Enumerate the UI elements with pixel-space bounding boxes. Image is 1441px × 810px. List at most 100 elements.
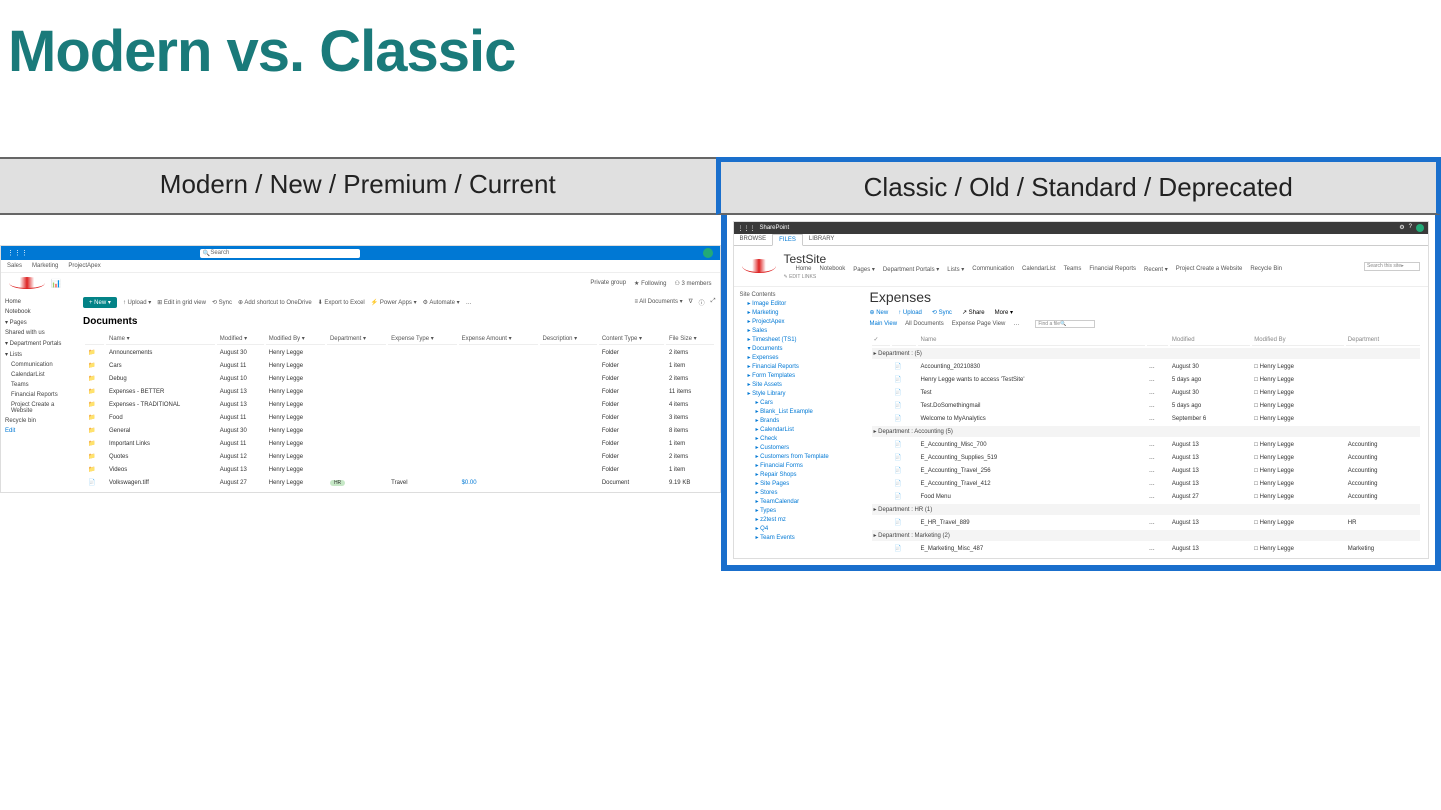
share-button[interactable]: ↗ Share	[962, 309, 985, 316]
ribbon-tab-browse[interactable]: BROWSE	[734, 234, 773, 245]
waffle-icon[interactable]: ⋮⋮⋮	[7, 249, 28, 257]
column-header[interactable]: Expense Amount ▾	[459, 333, 538, 345]
shortcut-button[interactable]: ⊕ Add shortcut to OneDrive	[238, 299, 312, 306]
topnav-item[interactable]: Notebook	[820, 266, 846, 273]
sync-button[interactable]: ⟲ Sync	[212, 299, 232, 306]
view-switcher[interactable]: ≡ All Documents ▾	[634, 298, 682, 307]
nav-item[interactable]: ▸ Check	[740, 434, 858, 443]
edit-links[interactable]: ✎ EDIT LINKS	[784, 274, 1283, 280]
table-row[interactable]: 📄Volkswagen.tiffAugust 27Henry LeggeHRTr…	[85, 477, 714, 488]
column-header[interactable]: Department ▾	[327, 333, 386, 345]
nav-item[interactable]: Shared with us	[5, 328, 75, 338]
table-row[interactable]: 📁QuotesAugust 12Henry LeggeFolder2 items	[85, 451, 714, 462]
more-button[interactable]: More ▾	[995, 309, 1013, 316]
column-header[interactable]	[85, 333, 104, 345]
site-logo[interactable]	[9, 277, 45, 289]
column-header[interactable]: Modified	[1170, 334, 1250, 346]
column-header[interactable]: Department	[1346, 334, 1420, 346]
info-icon[interactable]: ⓘ	[699, 298, 705, 307]
nav-item[interactable]: Financial Reports	[5, 390, 75, 400]
topnav-item[interactable]: Home	[796, 266, 812, 273]
avatar[interactable]	[703, 248, 713, 258]
nav-item[interactable]: ▸ Cars	[740, 398, 858, 407]
nav-item[interactable]: Home	[5, 297, 75, 307]
column-header[interactable]: Name	[918, 334, 1144, 346]
topnav-item[interactable]: Teams	[1064, 266, 1082, 273]
table-row[interactable]: 📁Important LinksAugust 11Henry LeggeFold…	[85, 438, 714, 449]
group-header-row[interactable]: ▸ Department : (5)	[872, 348, 1421, 359]
nav-item[interactable]: ▸ Repair Shops	[740, 470, 858, 479]
find-file-input[interactable]: Find a file 🔍	[1035, 320, 1095, 328]
table-row[interactable]: 📁Expenses - BETTERAugust 13Henry LeggeFo…	[85, 386, 714, 397]
nav-item[interactable]: ▸ Team Events	[740, 533, 858, 542]
nav-item[interactable]: ▸ Financial Reports	[740, 362, 858, 371]
nav-item[interactable]: ▸ Stores	[740, 488, 858, 497]
column-header[interactable]: Name ▾	[106, 333, 215, 345]
avatar[interactable]	[1416, 224, 1424, 232]
column-header[interactable]: File Size ▾	[666, 333, 714, 345]
topnav-item[interactable]: Recycle Bin	[1250, 266, 1282, 273]
table-row[interactable]: 📄Welcome to MyAnalytics…September 6□ Hen…	[872, 413, 1421, 424]
nav-item[interactable]: ▸ Customers from Template	[740, 452, 858, 461]
topnav-item[interactable]: Project Create a Website	[1176, 266, 1243, 273]
nav-item[interactable]: ▸ Brands	[740, 416, 858, 425]
nav-item[interactable]: ▸ Marketing	[740, 308, 858, 317]
nav-item[interactable]: Teams	[5, 380, 75, 390]
topnav-item[interactable]: Communication	[972, 266, 1014, 273]
new-button[interactable]: + New ▾	[83, 297, 117, 308]
nav-item[interactable]: ▾ Department Portals	[5, 338, 75, 349]
group-header-row[interactable]: ▸ Department : HR (1)	[872, 504, 1421, 515]
upload-button[interactable]: ↑ Upload	[898, 310, 922, 316]
expand-icon[interactable]: ⤢	[711, 298, 716, 307]
view-tab[interactable]: All Documents	[905, 321, 944, 327]
column-header[interactable]: ✓	[872, 334, 891, 346]
nav-item[interactable]: ▸ z2test mz	[740, 515, 858, 524]
nav-item[interactable]: Project Create a Website	[5, 400, 75, 416]
column-header[interactable]: Modified By	[1252, 334, 1344, 346]
table-row[interactable]: 📁Expenses - TRADITIONALAugust 13Henry Le…	[85, 399, 714, 410]
nav-item[interactable]: Communication	[5, 360, 75, 370]
grid-view-button[interactable]: ⊞ Edit in grid view	[157, 299, 206, 306]
export-button[interactable]: ⬇ Export to Excel	[318, 299, 365, 306]
hub-tab[interactable]: Sales	[7, 263, 22, 269]
powerapps-button[interactable]: ⚡ Power Apps ▾	[371, 299, 417, 306]
view-tab[interactable]: Main View	[870, 321, 898, 327]
table-row[interactable]: 📄Henry Legge wants to access 'TestSite'……	[872, 374, 1421, 385]
waffle-icon[interactable]: ⋮⋮⋮	[738, 225, 756, 232]
table-row[interactable]: 📄Accounting_20210830…August 30□ Henry Le…	[872, 361, 1421, 372]
table-row[interactable]: 📄E_Accounting_Travel_256…August 13□ Henr…	[872, 465, 1421, 476]
filter-icon[interactable]: ∇	[689, 298, 693, 307]
view-tab[interactable]: Expense Page View	[952, 321, 1006, 327]
nav-item[interactable]: ▸ Image Editor	[740, 299, 858, 308]
topnav-item[interactable]: CalendarList	[1022, 266, 1056, 273]
nav-item[interactable]: ▸ Form Templates	[740, 371, 858, 380]
site-title[interactable]: TestSite	[784, 252, 1283, 266]
table-row[interactable]: 📄E_Marketing_Misc_487…August 13□ Henry L…	[872, 543, 1421, 554]
group-header-row[interactable]: ▸ Department : Accounting (5)	[872, 426, 1421, 437]
table-row[interactable]: 📄Test…August 30□ Henry Legge	[872, 387, 1421, 398]
table-row[interactable]: 📁DebugAugust 10Henry LeggeFolder2 items	[85, 373, 714, 384]
nav-item[interactable]: ▸ Sales	[740, 326, 858, 335]
nav-item[interactable]: ▾ Lists	[5, 349, 75, 360]
hub-tab[interactable]: Marketing	[32, 263, 58, 269]
nav-item[interactable]: Edit	[5, 426, 75, 436]
nav-item[interactable]: Notebook	[5, 307, 75, 317]
nav-item[interactable]: ▸ Timesheet (TS1)	[740, 335, 858, 344]
nav-item[interactable]: ▸ TeamCalendar	[740, 497, 858, 506]
nav-item[interactable]: ▸ ProjectApex	[740, 317, 858, 326]
nav-item[interactable]: ▾ Documents	[740, 344, 858, 353]
table-row[interactable]: 📄E_Accounting_Misc_700…August 13□ Henry …	[872, 439, 1421, 450]
topnav-item[interactable]: Recent ▾	[1144, 266, 1168, 273]
topnav-item[interactable]: Pages ▾	[853, 266, 875, 273]
topnav-item[interactable]: Lists ▾	[947, 266, 964, 273]
hub-tab[interactable]: ProjectApex	[68, 263, 100, 269]
table-row[interactable]: 📁AnnouncementsAugust 30Henry LeggeFolder…	[85, 347, 714, 358]
column-header[interactable]: Expense Type ▾	[388, 333, 456, 345]
nav-item[interactable]: ▸ Q4	[740, 524, 858, 533]
automate-button[interactable]: ⚙ Automate ▾	[423, 299, 460, 306]
column-header[interactable]: Modified By ▾	[266, 333, 325, 345]
ribbon-tab-files[interactable]: FILES	[772, 234, 803, 246]
table-row[interactable]: 📄E_Accounting_Travel_412…August 13□ Henr…	[872, 478, 1421, 489]
upload-button[interactable]: ↑ Upload ▾	[123, 299, 151, 306]
table-row[interactable]: 📄Test.DoSomethingmail…5 days ago□ Henry …	[872, 400, 1421, 411]
